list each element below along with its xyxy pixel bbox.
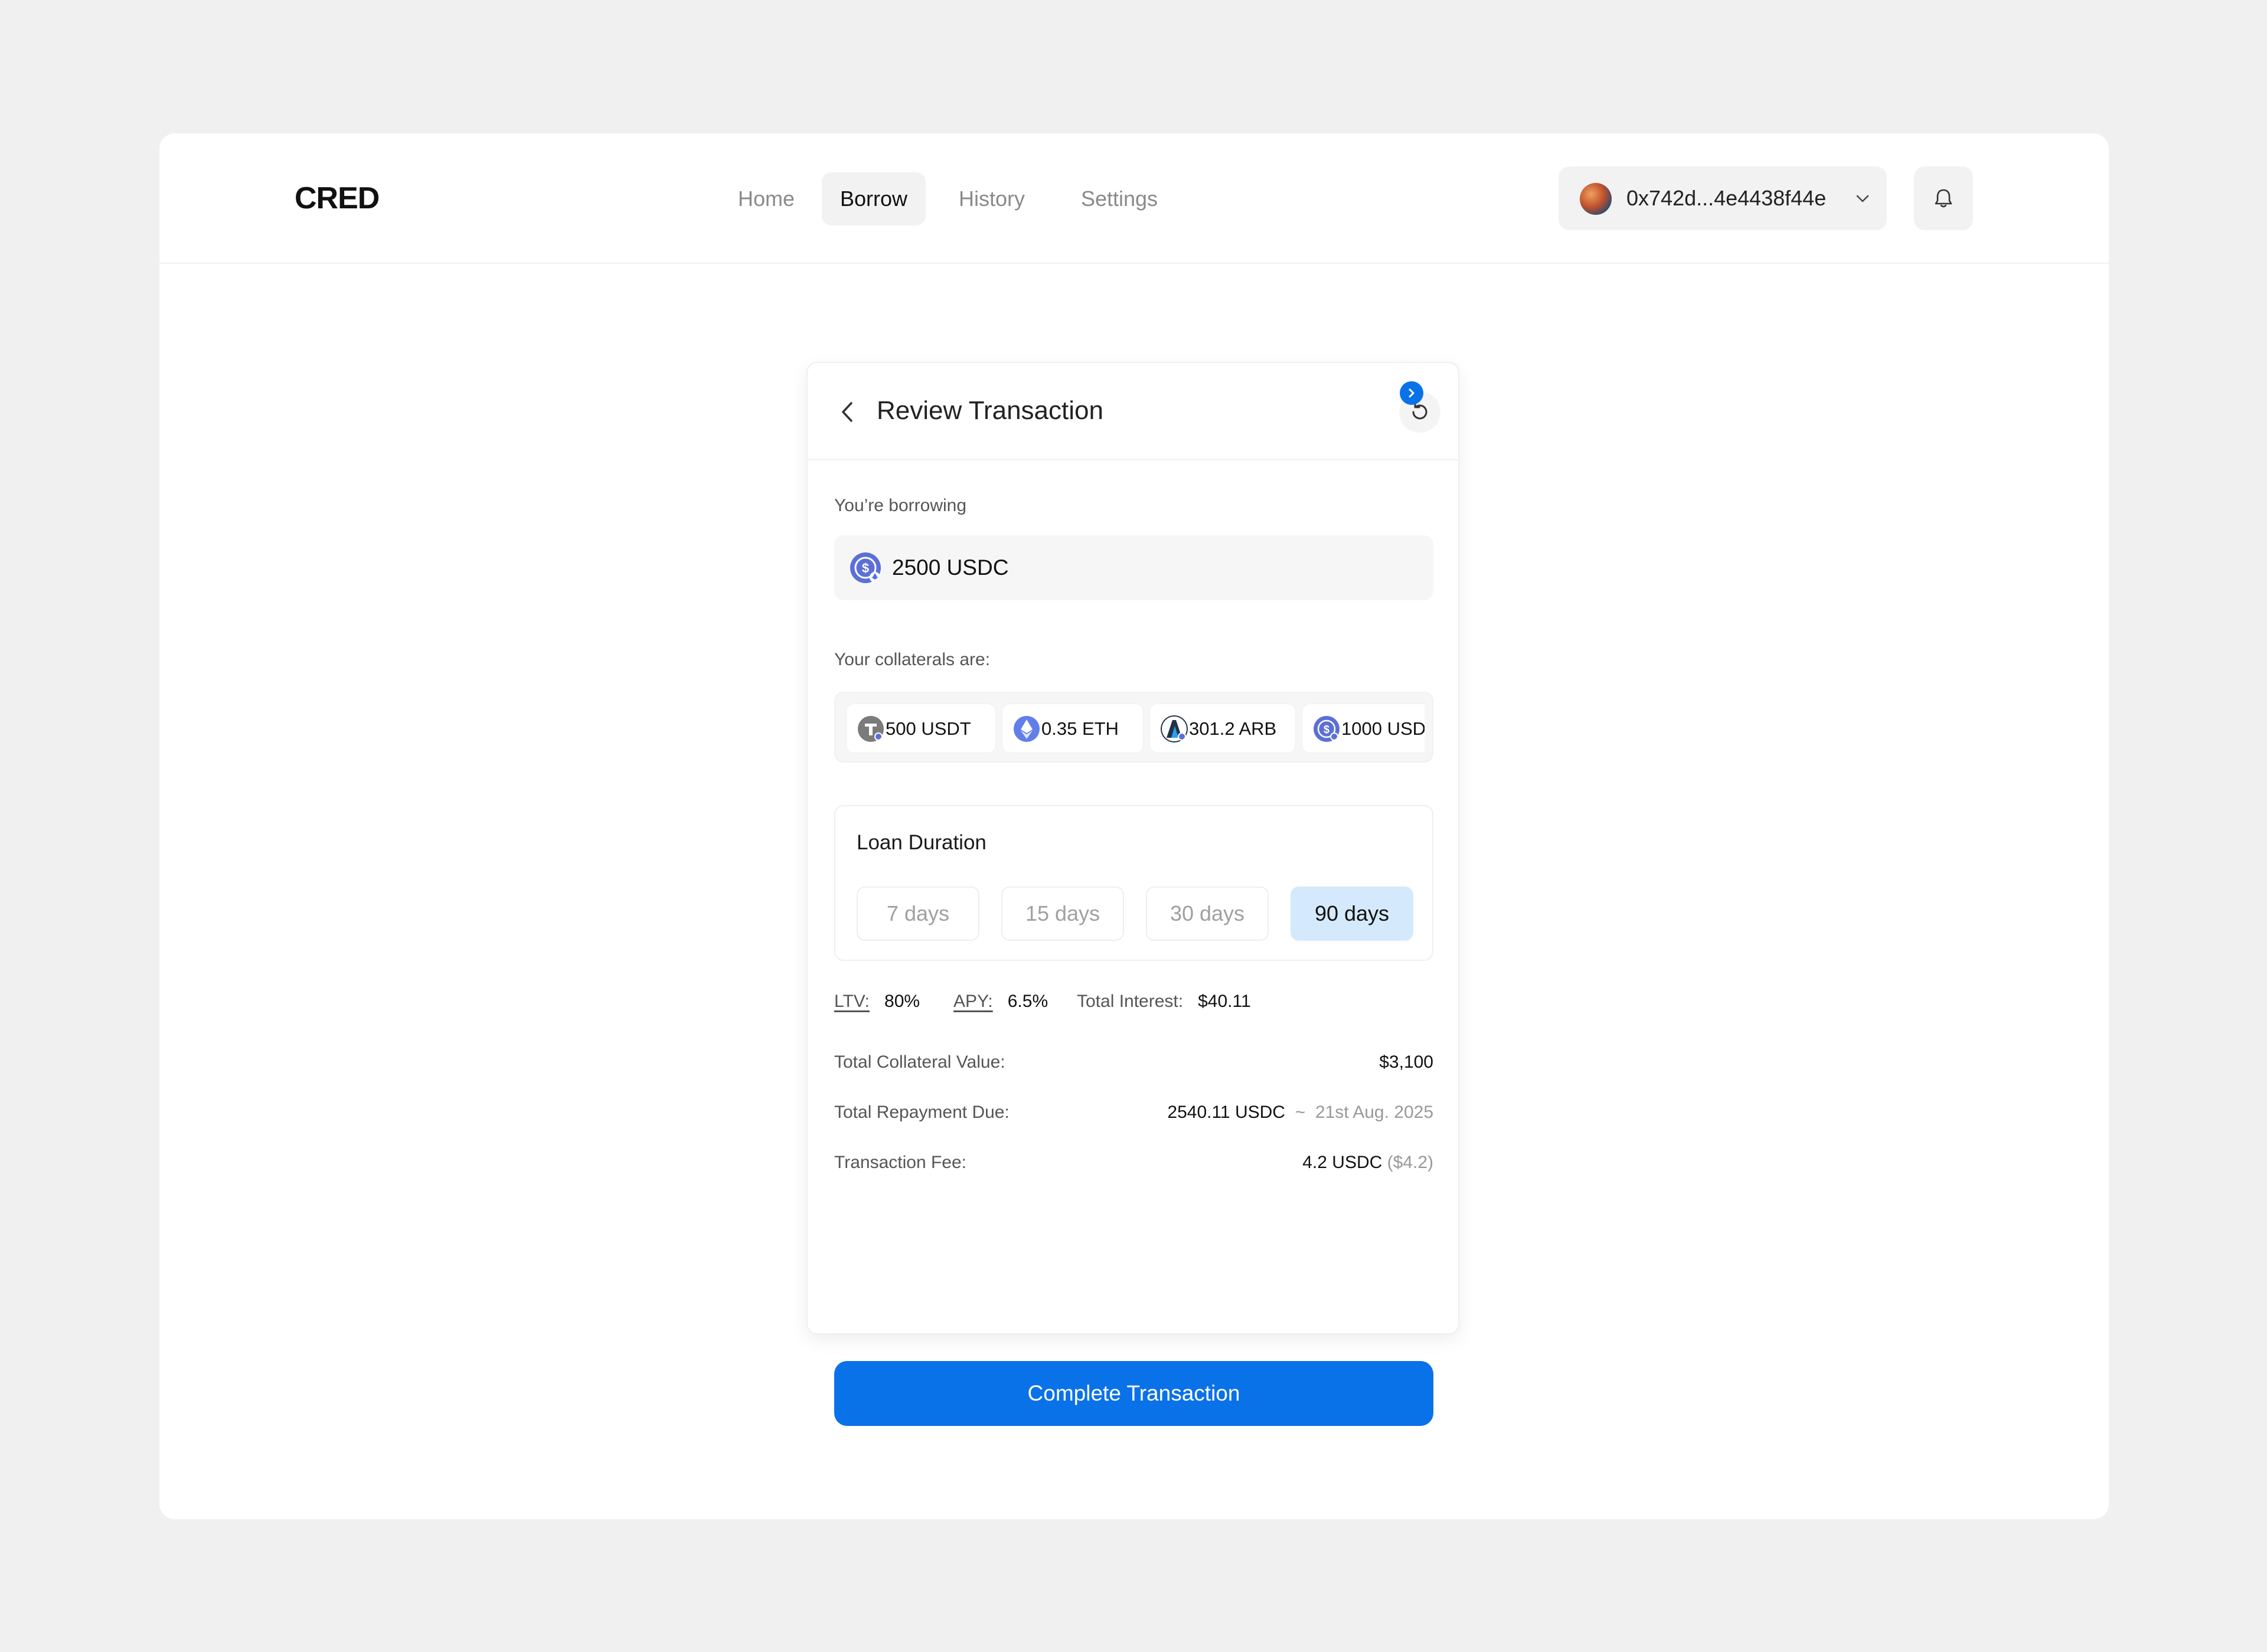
ltv-label[interactable]: LTV: [834, 992, 870, 1011]
repayment-row: Total Repayment Due: 2540.11 USDC ~ 21st… [834, 1098, 1433, 1127]
total-interest-value: $40.11 [1198, 992, 1251, 1011]
collateral-value-row: Total Collateral Value: $3,100 [834, 1048, 1433, 1077]
card-header: Review Transaction [808, 363, 1458, 460]
top-navigation-bar: CRED Home Borrow History Settings 0x742d… [159, 133, 2109, 264]
collaterals-list: 500 USDT 0.35 ETH 301.2 ARB $ 1000 USD [834, 692, 1433, 763]
complete-transaction-button[interactable]: Complete Transaction [834, 1361, 1433, 1426]
collateral-chip[interactable]: 500 USDT [846, 704, 996, 753]
brand-logo[interactable]: CRED [295, 181, 380, 216]
collaterals-label: Your collaterals are: [834, 650, 991, 669]
total-interest-label: Total Interest: [1077, 992, 1184, 1011]
repayment-value-group: 2540.11 USDC ~ 21st Aug. 2025 [1167, 1098, 1433, 1127]
borrowing-label: You’re borrowing [834, 496, 967, 515]
borrowing-amount: 2500 USDC [892, 555, 1009, 580]
repayment-label: Total Repayment Due: [834, 1103, 1010, 1122]
review-transaction-card: Review Transaction You’re borrowing $ 25… [806, 362, 1459, 1426]
collateral-amount: 500 USDT [886, 718, 971, 739]
collateral-chip[interactable]: 0.35 ETH [1002, 704, 1144, 753]
back-arrow-icon[interactable] [837, 398, 858, 426]
transaction-fee-row: Transaction Fee: 4.2 USDC ($4.2) [834, 1148, 1433, 1177]
transaction-fee-value: 4.2 USDC [1302, 1153, 1383, 1172]
duration-option-15[interactable]: 15 days [1001, 886, 1124, 941]
app-window: CRED Home Borrow History Settings 0x742d… [159, 133, 2109, 1519]
transaction-fee-usd: ($4.2) [1387, 1153, 1433, 1172]
collateral-chip[interactable]: 301.2 ARB [1149, 704, 1296, 753]
card-title: Review Transaction [877, 396, 1103, 425]
loan-duration-title: Loan Duration [857, 831, 986, 854]
collateral-amount: 1000 USDC [1341, 718, 1425, 739]
nav-home[interactable]: Home [719, 172, 814, 225]
notifications-button[interactable] [1914, 166, 1973, 230]
collateral-value-label: Total Collateral Value: [834, 1052, 1005, 1072]
total-interest-metric: Total Interest: $40.11 [1077, 987, 1251, 1016]
collateral-chip[interactable]: $ 1000 USDC [1302, 704, 1425, 753]
collateral-amount: 301.2 ARB [1189, 718, 1277, 739]
transaction-fee-label: Transaction Fee: [834, 1153, 966, 1172]
collateral-amount: 0.35 ETH [1041, 718, 1119, 739]
loan-metrics: LTV: 80% APY: 6.5% Total Interest: $40.1… [834, 987, 1433, 1016]
nav-borrow[interactable]: Borrow [822, 172, 926, 225]
collaterals-strip: 500 USDT 0.35 ETH 301.2 ARB $ 1000 USD [846, 704, 1425, 753]
apy-value: 6.5% [1007, 992, 1048, 1011]
wallet-selector[interactable]: 0x742d...4e4438f44e [1559, 166, 1887, 230]
apy-label[interactable]: APY: [953, 992, 993, 1011]
ltv-metric: LTV: 80% [834, 987, 920, 1016]
arb-icon [1161, 715, 1188, 742]
usdc-icon: $ [850, 552, 881, 583]
wallet-address: 0x742d...4e4438f44e [1626, 186, 1827, 210]
chevron-down-icon [1856, 195, 1869, 202]
duration-option-30[interactable]: 30 days [1146, 886, 1269, 941]
repayment-date: 21st Aug. 2025 [1315, 1103, 1433, 1122]
scroll-collaterals-button[interactable] [1400, 381, 1423, 405]
collateral-value: $3,100 [1379, 1052, 1433, 1072]
usdc-icon: $ [1314, 716, 1340, 742]
chevron-right-icon [1409, 388, 1415, 398]
repayment-separator: ~ [1295, 1103, 1306, 1122]
eth-icon [1014, 716, 1040, 742]
svg-text:$: $ [1324, 724, 1330, 735]
transaction-fee-group: 4.2 USDC ($4.2) [1302, 1148, 1433, 1177]
wallet-avatar [1580, 183, 1612, 215]
nav-settings[interactable]: Settings [1060, 172, 1178, 225]
usdt-icon [858, 716, 884, 742]
repayment-amount: 2540.11 USDC [1167, 1103, 1285, 1122]
ltv-value: 80% [884, 992, 920, 1011]
nav-history[interactable]: History [940, 172, 1044, 225]
borrowing-amount-field: $ 2500 USDC [834, 535, 1433, 600]
apy-metric: APY: 6.5% [953, 987, 1048, 1016]
bell-icon [1935, 189, 1952, 208]
loan-duration-panel: Loan Duration 7 days 15 days 30 days 90 … [834, 805, 1433, 961]
svg-text:$: $ [862, 561, 869, 575]
duration-option-90[interactable]: 90 days [1291, 886, 1413, 941]
duration-option-7[interactable]: 7 days [857, 886, 979, 941]
